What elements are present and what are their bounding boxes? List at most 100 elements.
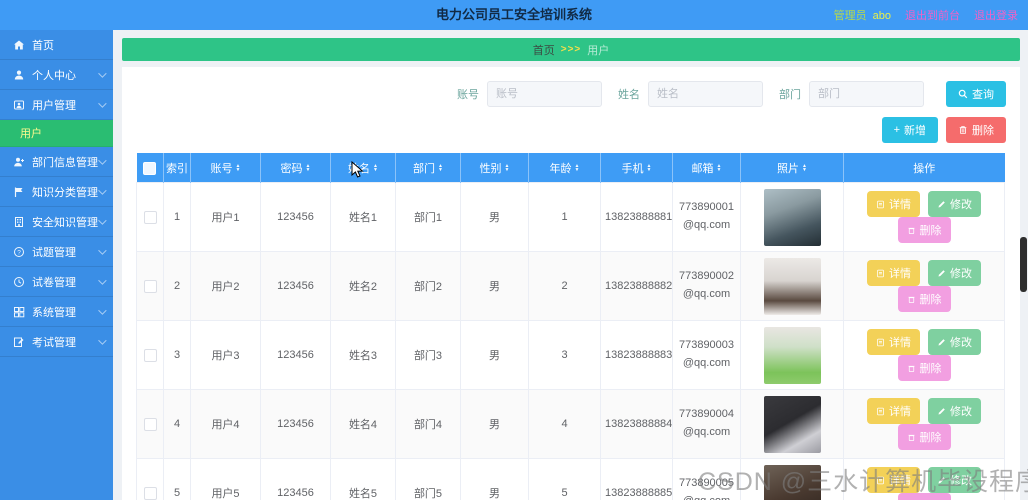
- cell-phone: 13823888885: [600, 458, 673, 500]
- cell-gender: 男: [460, 389, 529, 459]
- col-dept[interactable]: 部门 ▲ ▼: [395, 153, 461, 183]
- chevron-down-icon: [98, 275, 107, 285]
- cell-name: 姓名1: [330, 182, 396, 252]
- users-table: 索引 账号 ▲ ▼ 密码 ▲ ▼ 姓名 ▲ ▼ 部门 ▲ ▼ 性别 ▲ ▼ 年龄 ▲ ▼ 手机 ▲ ▼ 邮箱…: [136, 153, 1005, 500]
- admin-role-label: 管理员: [833, 10, 867, 22]
- col-age[interactable]: 年龄 ▲ ▼: [528, 153, 601, 183]
- sidebar-item-label: 试题管理: [32, 246, 76, 259]
- sidebar-item-label: 试卷管理: [32, 276, 76, 289]
- sort-icon[interactable]: ▲ ▼: [575, 164, 580, 173]
- user-photo: [763, 257, 821, 315]
- sort-icon[interactable]: ▲ ▼: [306, 164, 311, 173]
- sidebar-item-personal-center[interactable]: 个人中心: [0, 60, 113, 90]
- cell-index: 4: [163, 389, 191, 459]
- filter-dept-label: 部门: [779, 89, 801, 101]
- detail-button[interactable]: 详情: [867, 329, 920, 355]
- sort-icon[interactable]: ▲ ▼: [802, 164, 807, 173]
- delete-button[interactable]: 删除: [897, 286, 951, 312]
- csdn-watermark: CSDN @三水计算机毕设程序: [698, 468, 1028, 496]
- sort-icon[interactable]: ▲ ▼: [505, 164, 510, 173]
- row-checkbox[interactable]: [143, 210, 157, 224]
- document-icon: [877, 200, 884, 208]
- sidebar-item-label: 安全知识管理: [32, 216, 98, 229]
- cell-password: 123456: [260, 251, 331, 321]
- select-all-checkbox[interactable]: [143, 161, 157, 175]
- sidebar-item-exam-management[interactable]: 考试管理: [0, 327, 113, 357]
- chevron-down-icon: [98, 98, 107, 108]
- delete-button[interactable]: 删除: [897, 424, 951, 450]
- cell-gender: 男: [460, 458, 529, 500]
- sort-icon[interactable]: ▲ ▼: [647, 164, 652, 173]
- col-password[interactable]: 密码 ▲ ▼: [260, 153, 331, 183]
- select-all-header[interactable]: [136, 153, 164, 183]
- col-account[interactable]: 账号 ▲ ▼: [190, 153, 261, 183]
- user-icon: [14, 70, 24, 79]
- trash-icon: [908, 227, 914, 234]
- pencil-icon: [938, 200, 945, 207]
- chevron-down-icon: [98, 68, 107, 78]
- bulk-delete-button[interactable]: 删除: [946, 117, 1006, 143]
- chevron-down-icon: [98, 245, 107, 255]
- sidebar-item-user-management[interactable]: 用户管理: [0, 90, 113, 120]
- query-button[interactable]: 查询: [946, 81, 1006, 107]
- trash-icon: [908, 365, 914, 372]
- link-back-to-front[interactable]: 退出到前台: [905, 7, 960, 23]
- col-gender[interactable]: 性别 ▲ ▼: [460, 153, 529, 183]
- delete-button[interactable]: 删除: [897, 355, 951, 381]
- cell-name: 姓名2: [330, 251, 396, 321]
- sidebar-item-safety-knowledge[interactable]: 安全知识管理: [0, 207, 113, 237]
- trash-icon: [959, 126, 967, 134]
- user-photo: [763, 326, 821, 384]
- cell-phone: 13823888883: [600, 320, 673, 390]
- sidebar-subitem-user-active[interactable]: 用户: [0, 120, 113, 147]
- sidebar-item-home[interactable]: 首页: [0, 30, 113, 60]
- detail-button[interactable]: 详情: [867, 260, 920, 286]
- sort-icon[interactable]: ▲ ▼: [717, 164, 722, 173]
- delete-button[interactable]: 删除: [897, 217, 951, 243]
- document-icon: [877, 407, 884, 415]
- col-name[interactable]: 姓名 ▲ ▼: [330, 153, 396, 183]
- col-phone[interactable]: 手机 ▲ ▼: [600, 153, 673, 183]
- add-button[interactable]: + 新增: [881, 117, 938, 143]
- chevron-down-icon: [98, 215, 107, 225]
- sort-icon[interactable]: ▲ ▼: [236, 164, 241, 173]
- account-filter-input[interactable]: [487, 81, 602, 107]
- link-logout[interactable]: 退出登录: [974, 7, 1018, 23]
- dept-filter-input[interactable]: [809, 81, 924, 107]
- detail-button[interactable]: 详情: [867, 191, 920, 217]
- scrollbar-thumb[interactable]: [1020, 237, 1027, 292]
- cell-account: 用户1: [190, 182, 261, 252]
- sidebar-item-knowledge-category[interactable]: 知识分类管理: [0, 177, 113, 207]
- sidebar-item-question-management[interactable]: ? 试题管理: [0, 237, 113, 267]
- cell-email: 773890003@qq.com: [672, 320, 741, 390]
- folder-users-icon: [14, 100, 24, 109]
- building-icon: [15, 216, 23, 227]
- col-index: 索引: [163, 153, 191, 183]
- name-filter-input[interactable]: [648, 81, 763, 107]
- grid-icon: [14, 306, 25, 317]
- row-checkbox[interactable]: [143, 417, 157, 431]
- row-checkbox[interactable]: [143, 279, 157, 293]
- edit-button[interactable]: 修改: [928, 329, 981, 355]
- cell-index: 5: [163, 458, 191, 500]
- detail-button[interactable]: 详情: [867, 398, 920, 424]
- col-email[interactable]: 邮箱 ▲ ▼: [672, 153, 741, 183]
- table-row: 4 用户4 123456 姓名4 部门4 男 4 13823888884 773…: [136, 389, 1005, 459]
- chevron-down-icon: [98, 185, 107, 195]
- home-icon: [14, 40, 24, 49]
- sidebar-item-department-info[interactable]: 部门信息管理: [0, 147, 113, 177]
- sidebar-item-system-management[interactable]: 系统管理: [0, 297, 113, 327]
- breadcrumb-home[interactable]: 首页: [533, 42, 555, 58]
- row-checkbox[interactable]: [143, 486, 157, 500]
- cell-name: 姓名4: [330, 389, 396, 459]
- edit-button[interactable]: 修改: [928, 398, 981, 424]
- trash-icon: [908, 434, 914, 441]
- edit-button[interactable]: 修改: [928, 191, 981, 217]
- row-checkbox[interactable]: [143, 348, 157, 362]
- sort-icon[interactable]: ▲ ▼: [438, 164, 443, 173]
- sort-icon[interactable]: ▲ ▼: [373, 164, 378, 173]
- clock-icon: [14, 276, 24, 287]
- col-photo[interactable]: 照片 ▲ ▼: [740, 153, 844, 183]
- edit-button[interactable]: 修改: [928, 260, 981, 286]
- sidebar-item-paper-management[interactable]: 试卷管理: [0, 267, 113, 297]
